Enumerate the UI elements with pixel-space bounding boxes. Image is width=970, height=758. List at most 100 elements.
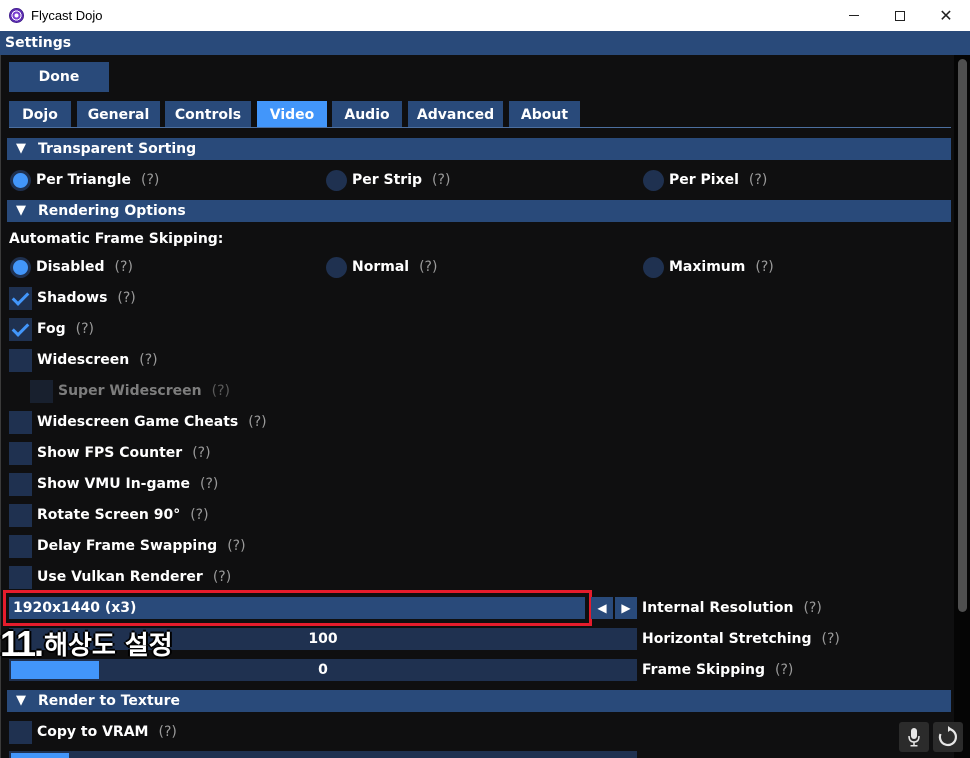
section-title: Rendering Options xyxy=(38,203,186,219)
tab-about[interactable]: About xyxy=(509,101,580,128)
checkbox-shadows[interactable]: Shadows (?) xyxy=(9,286,136,310)
help-marker[interactable]: (?) xyxy=(749,172,767,188)
help-marker[interactable]: (?) xyxy=(248,414,266,430)
maximize-icon xyxy=(895,10,905,21)
radio-indicator[interactable] xyxy=(326,256,347,278)
help-marker[interactable]: (?) xyxy=(755,259,773,275)
maximize-button[interactable] xyxy=(877,0,923,31)
radio-indicator[interactable] xyxy=(10,169,31,191)
close-icon: ✕ xyxy=(939,5,953,25)
radio-per-strip[interactable]: Per Strip (?) xyxy=(326,169,450,191)
refresh-button[interactable] xyxy=(933,722,963,752)
highlight-box xyxy=(3,590,592,626)
checkbox-rotate-screen[interactable]: Rotate Screen 90° (?) xyxy=(9,503,209,527)
step-annotation: 11. 해상도 설정 xyxy=(0,625,173,662)
slider-value: 0 xyxy=(318,662,328,678)
checkbox-box[interactable] xyxy=(9,348,32,372)
frame-skipping-slider[interactable]: 0 xyxy=(9,659,637,681)
checkbox-label: Fog xyxy=(37,321,66,337)
help-marker[interactable]: (?) xyxy=(227,538,245,554)
help-marker[interactable]: (?) xyxy=(76,321,94,337)
close-button[interactable]: ✕ xyxy=(923,0,969,31)
partially-visible-slider[interactable] xyxy=(9,751,637,758)
refresh-icon xyxy=(938,726,957,747)
collapse-triangle-icon: ▼ xyxy=(16,203,26,218)
slider-grab[interactable] xyxy=(11,753,69,758)
checkbox-show-vmu[interactable]: Show VMU In-game (?) xyxy=(9,472,218,496)
help-marker[interactable]: (?) xyxy=(212,383,230,399)
tab-general[interactable]: General xyxy=(77,101,160,128)
help-marker[interactable]: (?) xyxy=(158,724,176,740)
section-transparent-sorting[interactable]: ▼ Transparent Sorting xyxy=(7,138,951,160)
help-marker[interactable]: (?) xyxy=(117,290,135,306)
checkbox-show-fps[interactable]: Show FPS Counter (?) xyxy=(9,441,211,465)
section-rendering-options[interactable]: ▼ Rendering Options xyxy=(7,200,951,222)
radio-per-pixel[interactable]: Per Pixel (?) xyxy=(643,169,767,191)
help-marker[interactable]: (?) xyxy=(192,445,210,461)
checkbox-box[interactable] xyxy=(9,410,32,434)
radio-label: Maximum xyxy=(669,259,746,275)
help-marker[interactable]: (?) xyxy=(200,476,218,492)
checkbox-delay-frame-swapping[interactable]: Delay Frame Swapping (?) xyxy=(9,534,246,558)
checkbox-box[interactable] xyxy=(9,565,32,589)
radio-frame-skip-normal[interactable]: Normal (?) xyxy=(326,256,437,278)
internal-resolution-label-row: Internal Resolution (?) xyxy=(642,597,822,619)
frame-skipping-label-row: Frame Skipping (?) xyxy=(642,659,793,681)
microphone-button[interactable] xyxy=(899,722,929,752)
help-marker[interactable]: (?) xyxy=(115,259,133,275)
settings-window-header: Settings xyxy=(0,31,970,55)
checkbox-box[interactable] xyxy=(9,472,32,496)
checkbox-box[interactable] xyxy=(9,317,32,341)
checkbox-label: Delay Frame Swapping xyxy=(37,538,218,554)
checkbox-label: Shadows xyxy=(37,290,108,306)
radio-indicator[interactable] xyxy=(10,256,31,278)
scrollbar-thumb[interactable] xyxy=(958,59,967,612)
checkbox-box[interactable] xyxy=(9,286,32,310)
minimize-button[interactable] xyxy=(831,0,877,31)
help-marker[interactable]: (?) xyxy=(822,631,840,647)
radio-indicator[interactable] xyxy=(326,169,347,191)
arrow-right-icon: ▶ xyxy=(621,601,631,615)
checkbox-super-widescreen[interactable]: Super Widescreen (?) xyxy=(30,379,230,403)
help-marker[interactable]: (?) xyxy=(775,662,793,678)
radio-label: Disabled xyxy=(36,259,105,275)
checkbox-box[interactable] xyxy=(9,534,32,558)
checkbox-box[interactable] xyxy=(30,379,53,403)
done-button[interactable]: Done xyxy=(9,62,109,92)
settings-title: Settings xyxy=(5,35,72,51)
radio-indicator[interactable] xyxy=(643,169,664,191)
horizontal-stretching-label-row: Horizontal Stretching (?) xyxy=(642,628,840,650)
checkbox-box[interactable] xyxy=(9,503,32,527)
checkbox-widescreen[interactable]: Widescreen (?) xyxy=(9,348,158,372)
microphone-icon xyxy=(908,728,920,747)
tab-dojo[interactable]: Dojo xyxy=(9,101,71,128)
radio-per-triangle[interactable]: Per Triangle (?) xyxy=(10,169,159,191)
radio-frame-skip-maximum[interactable]: Maximum (?) xyxy=(643,256,774,278)
resolution-decrease-button[interactable]: ◀ xyxy=(591,597,613,619)
radio-label: Per Strip xyxy=(352,172,423,188)
tab-controls[interactable]: Controls xyxy=(165,101,251,128)
window-title-bar[interactable]: Flycast Dojo ✕ xyxy=(0,0,970,31)
section-render-to-texture[interactable]: ▼ Render to Texture xyxy=(7,690,951,712)
checkbox-copy-to-vram[interactable]: Copy to VRAM (?) xyxy=(9,720,177,744)
help-marker[interactable]: (?) xyxy=(190,507,208,523)
help-marker[interactable]: (?) xyxy=(213,569,231,585)
help-marker[interactable]: (?) xyxy=(419,259,437,275)
checkbox-box[interactable] xyxy=(9,441,32,465)
help-marker[interactable]: (?) xyxy=(432,172,450,188)
tab-video[interactable]: Video xyxy=(257,101,327,128)
tab-advanced[interactable]: Advanced xyxy=(408,101,503,128)
tab-audio[interactable]: Audio xyxy=(332,101,402,128)
resolution-increase-button[interactable]: ▶ xyxy=(615,597,637,619)
radio-indicator[interactable] xyxy=(643,256,664,278)
checkbox-box[interactable] xyxy=(9,720,32,744)
help-marker[interactable]: (?) xyxy=(803,600,821,616)
help-marker[interactable]: (?) xyxy=(141,172,159,188)
radio-frame-skip-disabled[interactable]: Disabled (?) xyxy=(10,256,133,278)
help-marker[interactable]: (?) xyxy=(139,352,157,368)
checkbox-widescreen-cheats[interactable]: Widescreen Game Cheats (?) xyxy=(9,410,267,434)
collapse-triangle-icon: ▼ xyxy=(16,693,26,708)
checkbox-vulkan-renderer[interactable]: Use Vulkan Renderer (?) xyxy=(9,565,231,589)
section-title: Transparent Sorting xyxy=(38,141,197,157)
checkbox-fog[interactable]: Fog (?) xyxy=(9,317,94,341)
